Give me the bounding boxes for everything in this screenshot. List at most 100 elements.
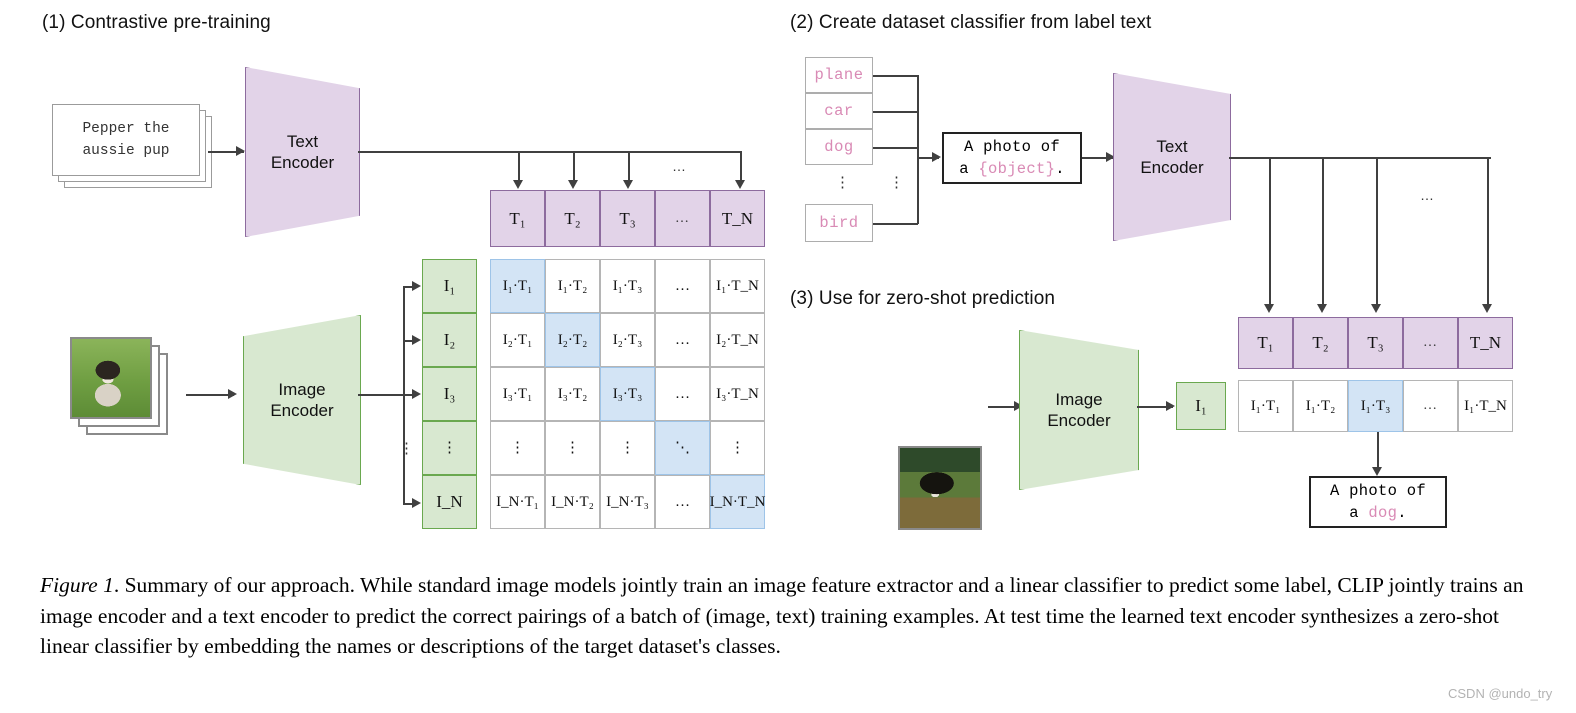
class-label-ellipsis: ⋮ <box>835 174 850 191</box>
t-cell-ellipsis: … <box>1403 317 1458 369</box>
i-cell-3: I₃ <box>422 367 477 421</box>
class-bracket-spine <box>917 75 919 224</box>
class-lead-car <box>873 111 918 113</box>
i-cell-2: I₂ <box>422 313 477 367</box>
i-cell-ellipsis: ⋮ <box>422 421 477 475</box>
matrix-cell-r5-c3: I_N·T₃ <box>600 475 655 529</box>
arrow-icon <box>412 389 421 399</box>
result-suffix: . <box>1397 504 1407 522</box>
t-cell-1: T₁ <box>490 190 545 247</box>
panel3-image-encoder: Image Encoder <box>1019 330 1139 490</box>
matrix-cell-r5-c1: I_N·T₁ <box>490 475 545 529</box>
panel3-image-feature: I₁ <box>1176 382 1226 430</box>
class-lead-bird <box>873 223 918 225</box>
image-encoder-line2: Encoder <box>270 401 334 420</box>
score-cell-1: I₁·T₁ <box>1238 380 1293 432</box>
panel1-title: (1) Contrastive pre-training <box>42 12 271 33</box>
panel3-score-row: I₁·T₁ I₁·T₂ I₁·T₃… I₁·T_N <box>1238 380 1513 432</box>
panel1-text-encoder: Text Encoder <box>245 67 360 237</box>
arrow-icon <box>623 180 633 189</box>
matrix-cell-r3-c5: I₃·T_N <box>710 367 765 421</box>
image-encoder-line1: Image <box>278 379 326 399</box>
i-cell-n: I_N <box>422 475 477 529</box>
matrix-cell-r1-c2: I₁·T₂ <box>545 259 600 313</box>
arrow-icon <box>412 281 421 291</box>
caption-label: Figure 1 <box>40 573 114 597</box>
t-cell-2: T₂ <box>1293 317 1348 369</box>
text-drop-3 <box>628 151 630 183</box>
class-lead-plane <box>873 75 918 77</box>
panel2-drop-1 <box>1269 157 1271 307</box>
t-cell-ellipsis: … <box>655 190 710 247</box>
matrix-cell-r1-c4: … <box>655 259 710 313</box>
arrow-icon <box>412 335 421 345</box>
class-label-plane: plane <box>805 57 873 93</box>
matrix-cell-r2-c2: I₂·T₂ <box>545 313 600 367</box>
text-drop-1 <box>518 151 520 183</box>
text-encoder-line2: Encoder <box>270 153 335 172</box>
arrow-icon <box>1166 401 1175 411</box>
text-sample-stack: Pepper the aussie pup <box>52 104 200 176</box>
text-encoder-line2: Encoder <box>1140 158 1204 177</box>
prediction-result-box: A photo of a dog. <box>1309 476 1447 528</box>
matrix-cell-r5-c2: I_N·T₂ <box>545 475 600 529</box>
panel1-image-encoder: Image Encoder <box>243 315 361 485</box>
class-label-bird: bird <box>805 204 873 242</box>
connector-image-to-encoder <box>186 394 234 396</box>
connector-prediction <box>1377 432 1379 470</box>
image-bus-ellipsis: ⋮ <box>399 440 414 457</box>
panel3-title: (3) Use for zero-shot prediction <box>790 288 1056 309</box>
score-cell-3: I₁·T₃ <box>1348 380 1403 432</box>
score-cell-5: I₁·T_N <box>1458 380 1513 432</box>
text-sample-line2: aussie pup <box>82 143 170 159</box>
arrow-icon <box>932 152 941 162</box>
matrix-cell-r4-c1: ⋮ <box>490 421 545 475</box>
result-article: a <box>1349 504 1369 522</box>
t-cell-3: T₃ <box>600 190 655 247</box>
text-drop-n <box>740 151 742 183</box>
matrix-cell-r3-c3: I₃·T₃ <box>600 367 655 421</box>
matrix-cell-r5-c5: I_N·T_N <box>710 475 765 529</box>
arrow-icon <box>228 389 237 399</box>
panel2-bus-ellipsis: … <box>1420 187 1435 203</box>
similarity-matrix: I₁·T₁ I₁·T₂ I₁·T₃… I₁·T_N I₂·T₁ I₂·T₂ I₂·T₃… I₂… <box>490 259 765 529</box>
t-cell-n: T_N <box>710 190 765 247</box>
arrow-icon <box>236 146 245 156</box>
text-bus-ellipsis: … <box>672 158 687 174</box>
arrow-icon <box>513 180 523 189</box>
caption-body: . Summary of our approach. While standar… <box>40 573 1524 659</box>
class-label-car: car <box>805 93 873 129</box>
t-cell-1: T₁ <box>1238 317 1293 369</box>
t-cell-n: T_N <box>1458 317 1513 369</box>
matrix-cell-r2-c1: I₂·T₁ <box>490 313 545 367</box>
text-encoder-line1: Text <box>1156 136 1188 156</box>
clip-figure: (1) Contrastive pre-training Pepper the … <box>0 0 1576 713</box>
panel2-title: (2) Create dataset classifier from label… <box>790 12 1152 33</box>
test-image <box>898 446 982 530</box>
panel2-drop-n <box>1487 157 1489 307</box>
image-bus <box>358 394 404 396</box>
matrix-cell-r4-c5: ⋮ <box>710 421 765 475</box>
matrix-cell-r3-c2: I₃·T₂ <box>545 367 600 421</box>
image-encoder-line2: Encoder <box>1047 411 1111 430</box>
matrix-cell-r2-c5: I₂·T_N <box>710 313 765 367</box>
arrow-icon <box>568 180 578 189</box>
score-cell-2: I₁·T₂ <box>1293 380 1348 432</box>
prompt-article: a <box>959 160 979 178</box>
panel2-drop-2 <box>1322 157 1324 307</box>
matrix-cell-r1-c1: I₁·T₁ <box>490 259 545 313</box>
t-cell-2: T₂ <box>545 190 600 247</box>
result-class: dog <box>1368 504 1398 522</box>
arrow-icon <box>1372 467 1382 476</box>
text-encoder-line1: Text <box>286 131 319 151</box>
arrow-icon <box>1482 304 1492 313</box>
i-cell-1: I₁ <box>422 259 477 313</box>
matrix-cell-r1-c5: I₁·T_N <box>710 259 765 313</box>
matrix-cell-r5-c4: … <box>655 475 710 529</box>
arrow-icon <box>1317 304 1327 313</box>
class-label-dog: dog <box>805 129 873 165</box>
matrix-cell-r3-c1: I₃·T₁ <box>490 367 545 421</box>
panel2-text-encoder: Text Encoder <box>1113 73 1231 241</box>
t-cell-3: T₃ <box>1348 317 1403 369</box>
panel2-drop-3 <box>1376 157 1378 307</box>
